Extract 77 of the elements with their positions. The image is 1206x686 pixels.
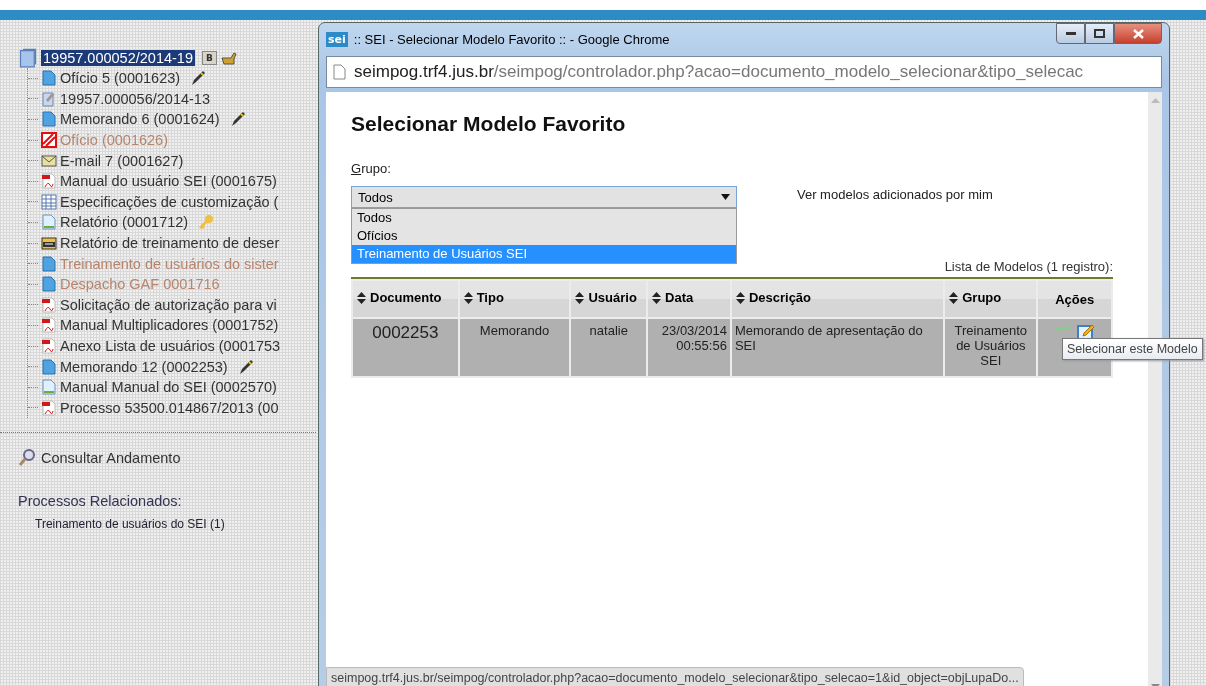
sort-icon[interactable]	[463, 290, 473, 305]
group-select[interactable]: Todos	[351, 186, 737, 208]
document-icon	[41, 214, 57, 231]
column-header[interactable]: Documento	[353, 281, 458, 317]
table-cell: 23/03/2014 00:55:56	[648, 319, 730, 376]
column-header[interactable]: Data	[648, 281, 730, 317]
page-heading: Selecionar Modelo Favorito	[351, 112, 627, 136]
pdf-icon	[41, 338, 57, 354]
document-icon	[41, 358, 57, 375]
sort-icon[interactable]	[949, 290, 959, 305]
envelope-icon	[41, 152, 57, 169]
tree-item[interactable]: Anexo Lista de usuários (0001753	[60, 338, 281, 354]
tree-item[interactable]: Manual do usuário SEI (0001675)	[60, 173, 277, 190]
table-caption: Lista de Modelos (1 registro):	[943, 259, 1113, 274]
tree-item[interactable]: Manual Multiplicadores (0001752)	[60, 317, 279, 334]
related-title: Processos Relacionados:	[18, 493, 183, 510]
tree-item[interactable]: 19957.000056/2014-13	[60, 90, 210, 107]
table-cell: Treinamento de Usuários SEI	[945, 319, 1037, 376]
tree-item[interactable]: Solicitação de autorização para vi	[60, 296, 277, 313]
process-icon	[41, 90, 57, 107]
table-cell: Memorando de apresentação do SEI	[731, 319, 944, 376]
maximize-button[interactable]	[1085, 23, 1114, 44]
sort-icon[interactable]	[357, 290, 366, 305]
minimize-icon	[1065, 31, 1076, 36]
table-cell: 0002253	[353, 319, 458, 376]
pdf-icon	[41, 173, 57, 190]
tree-item[interactable]: Memorando 12 (0002253)	[60, 358, 228, 375]
dropdown-option[interactable]: Todos	[352, 209, 736, 227]
pdf-icon	[41, 317, 57, 334]
canceled-document-icon	[41, 132, 57, 149]
window-title: :: SEI - Selecionar Modelo Favorito :: - Google Chrome	[353, 32, 671, 47]
tree-item[interactable]: Memorando 6 (0001624)	[60, 111, 220, 128]
sort-icon[interactable]	[735, 290, 745, 305]
tree-item[interactable]: Relatório (0001712)	[60, 214, 189, 231]
document-icon	[41, 276, 57, 293]
tree-item[interactable]: Processo 53500.014867/2013 (00	[60, 399, 279, 416]
badge-icon[interactable]: B	[202, 51, 217, 65]
pdf-icon	[41, 399, 57, 416]
column-header[interactable]: Grupo	[945, 281, 1037, 317]
dropdown-arrow-icon	[721, 194, 730, 200]
sort-icon[interactable]	[575, 290, 585, 305]
address-bar[interactable]: seimpog.trf4.jus.br/seimpog/controlador.php?acao=documento_modelo_selecionar&tipo_selecac	[326, 56, 1162, 88]
column-header[interactable]: Tipo	[459, 281, 570, 317]
minimize-button[interactable]	[1056, 23, 1085, 44]
tree-item[interactable]: Relatório de treinamento de deser	[60, 235, 280, 252]
tree-item[interactable]: Especificações de customização (	[60, 193, 279, 210]
sort-icon[interactable]	[652, 290, 662, 305]
maximize-icon	[1094, 29, 1105, 38]
column-header: Ações	[1038, 281, 1111, 317]
close-button[interactable]	[1114, 23, 1162, 44]
table-cell: Memorando	[459, 319, 570, 376]
document-icon	[41, 255, 57, 272]
process-icon	[18, 48, 38, 68]
tree-item[interactable]: Ofício 5 (0001623)	[60, 70, 181, 87]
status-bar: seimpog.trf4.jus.br/seimpog/controlador.php?acao=documento_modelo_selecionar&tipo_selecao=1&id_object=objLupaDo...	[326, 667, 1024, 686]
app-logo: sei	[326, 32, 348, 47]
spreadsheet-icon	[41, 193, 57, 210]
page-icon	[333, 64, 346, 80]
related-process-link[interactable]: Treinamento de usuários do SEI (1)	[35, 517, 316, 532]
tree-item[interactable]: Manual Manual do SEI (0002570)	[60, 379, 277, 396]
group-label: Grupo:	[351, 161, 391, 176]
pdf-icon	[41, 296, 57, 313]
document-icon	[41, 111, 57, 128]
process-number[interactable]: 19957.000052/2014-19	[41, 50, 195, 66]
close-icon	[1132, 28, 1144, 39]
document-icon	[41, 70, 57, 87]
tree-item[interactable]: E-mail 7 (0001627)	[60, 152, 184, 169]
search-icon	[18, 449, 36, 468]
column-header[interactable]: Usuário	[571, 281, 647, 317]
hand-icon[interactable]	[219, 50, 238, 66]
dropdown-option[interactable]: Ofícios	[352, 227, 736, 245]
tooltip: Selecionar este Modelo	[1062, 338, 1203, 360]
consult-link[interactable]: Consultar Andamento	[41, 450, 181, 467]
document-icon	[41, 379, 57, 396]
zip-icon	[41, 235, 57, 252]
column-header[interactable]: Descrição	[731, 281, 944, 317]
table-cell: natalie	[571, 319, 647, 376]
